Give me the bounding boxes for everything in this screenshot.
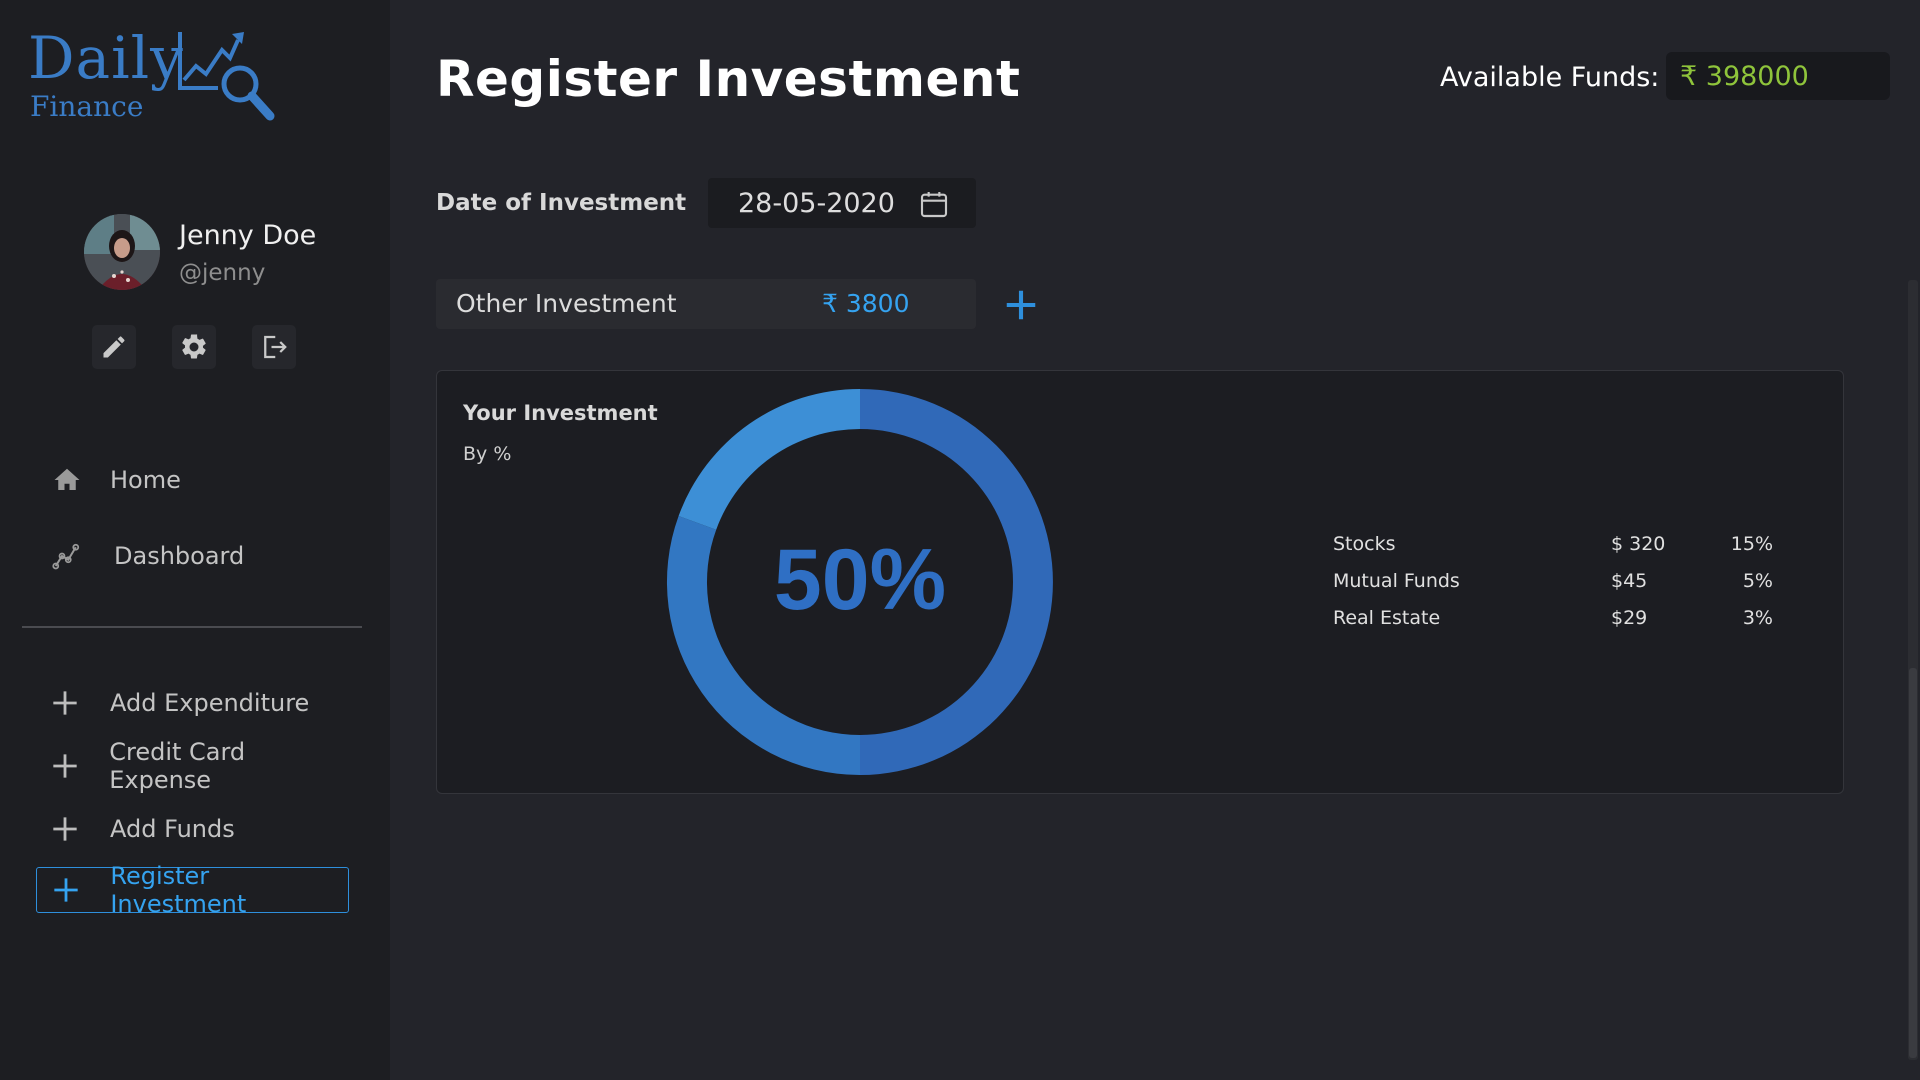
sidebar-item-credit-card-expense[interactable]: Credit Card Expense (36, 738, 349, 794)
scrollbar-thumb[interactable] (1909, 668, 1917, 1058)
other-investment-label: Other Investment (456, 289, 677, 318)
sidebar-divider (22, 626, 362, 628)
date-value: 28-05-2020 (738, 187, 895, 219)
profile-actions (92, 325, 302, 371)
user-handle: @jenny (179, 260, 266, 286)
sidebar-item-label: Dashboard (114, 542, 245, 570)
avatar[interactable] (84, 214, 160, 290)
date-of-investment-label: Date of Investment (436, 190, 687, 216)
investment-amount: $45 (1611, 570, 1648, 592)
sidebar-item-label: Register Investment (110, 862, 247, 918)
page-title: Register Investment (436, 50, 1021, 108)
logout-button[interactable] (252, 325, 296, 369)
gear-icon (182, 334, 206, 359)
sidebar-item-label: Add Expenditure (110, 689, 310, 717)
investment-percent: 5% (1742, 570, 1773, 592)
logo-text-finance: Finance (30, 90, 144, 123)
sidebar-item-add-expenditure[interactable]: Add Expenditure (36, 680, 349, 726)
edit-icon (103, 336, 125, 358)
sidebar-item-label: Credit Card Expense (109, 738, 246, 794)
sidebar-item-register-investment[interactable]: Register Investment (36, 862, 349, 918)
plus-icon (48, 689, 82, 717)
calendar-icon[interactable] (918, 188, 950, 220)
available-funds-value: ₹ 398000 (1666, 52, 1890, 100)
investment-name: Real Estate (1333, 607, 1441, 629)
plus-icon (48, 815, 82, 843)
investment-percent: 15% (1730, 533, 1773, 555)
plus-icon (48, 752, 81, 780)
chart-line-icon (50, 539, 84, 573)
app-logo[interactable]: Daily Finance (28, 24, 278, 124)
investment-name: Stocks (1333, 533, 1396, 555)
logout-icon (264, 335, 287, 359)
list-item: Mutual Funds $45 5% (1333, 570, 1773, 607)
card-subtitle: By % (463, 443, 512, 465)
investment-name: Mutual Funds (1333, 570, 1460, 592)
sidebar: Daily Finance Jenny Doe @jenny Home Dash… (0, 0, 390, 1080)
user-profile: Jenny Doe @jenny (84, 214, 364, 294)
logo-text-daily: Daily (28, 24, 184, 92)
home-icon (50, 463, 84, 497)
date-of-investment-input[interactable]: 28-05-2020 (708, 178, 976, 228)
sidebar-item-label: Home (110, 466, 181, 494)
sidebar-item-dashboard[interactable]: Dashboard (50, 536, 244, 576)
investment-donut-chart: 50% (666, 389, 1053, 775)
sidebar-item-home[interactable]: Home (50, 460, 181, 500)
list-item: Real Estate $29 3% (1333, 607, 1773, 644)
edit-profile-button[interactable] (92, 325, 136, 369)
sidebar-item-label: Add Funds (110, 815, 235, 843)
investment-summary-card: Your Investment By % 50% Stocks $ 320 15… (436, 370, 1844, 794)
user-name: Jenny Doe (179, 220, 317, 251)
investment-breakdown: Stocks $ 320 15% Mutual Funds $45 5% Rea… (1333, 533, 1773, 644)
settings-button[interactable] (172, 325, 216, 369)
other-investment-value[interactable]: ₹ 3800 (822, 289, 909, 318)
magnifier-chart-icon (178, 32, 275, 121)
card-title: Your Investment (463, 401, 658, 425)
investment-amount: $29 (1611, 607, 1648, 629)
investment-percent: 3% (1742, 607, 1773, 629)
sidebar-item-add-funds[interactable]: Add Funds (36, 806, 349, 852)
donut-segment-upper-left (678, 389, 860, 530)
investment-amount: $ 320 (1611, 533, 1666, 555)
plus-icon (49, 876, 82, 904)
avatar-image (84, 214, 160, 290)
donut-center-value: 50% (774, 532, 946, 628)
list-item: Stocks $ 320 15% (1333, 533, 1773, 570)
other-investment-field[interactable]: Other Investment ₹ 3800 (436, 279, 976, 329)
available-funds-label: Available Funds: (1440, 62, 1660, 93)
add-investment-button[interactable] (1002, 286, 1040, 324)
app-window: Daily Finance Jenny Doe @jenny Home Dash… (0, 0, 1920, 1080)
